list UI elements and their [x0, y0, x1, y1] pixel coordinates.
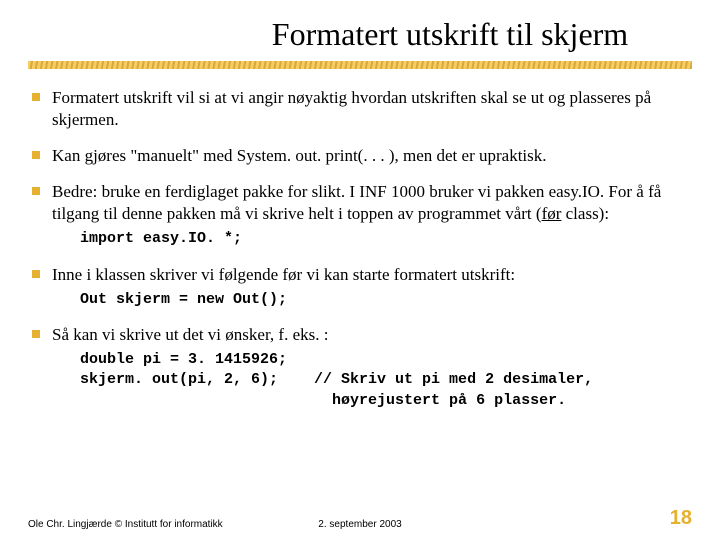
slide: Formatert utskrift til skjerm Formatert … — [0, 0, 720, 540]
list-item: Kan gjøres "manuelt" med System. out. pr… — [30, 145, 686, 167]
bullet-text: Så kan vi skrive ut det vi ønsker, f. ek… — [52, 325, 328, 344]
list-item: Så kan vi skrive ut det vi ønsker, f. ek… — [30, 324, 686, 411]
underlined-word: før — [542, 204, 562, 223]
code-block: import easy.IO. *; — [80, 229, 686, 249]
bullet-list: Formatert utskrift vil si at vi angir nø… — [28, 87, 692, 411]
code-block: double pi = 3. 1415926; skjerm. out(pi, … — [80, 350, 686, 411]
title-underline — [28, 61, 692, 69]
footer-author: Ole Chr. Lingjærde © Institutt for infor… — [28, 519, 249, 530]
bullet-text: Inne i klassen skriver vi følgende før v… — [52, 265, 515, 284]
list-item: Inne i klassen skriver vi følgende før v… — [30, 264, 686, 310]
bullet-text: Formatert utskrift vil si at vi angir nø… — [52, 88, 651, 129]
code-block: Out skjerm = new Out(); — [80, 290, 686, 310]
list-item: Formatert utskrift vil si at vi angir nø… — [30, 87, 686, 131]
page-title: Formatert utskrift til skjerm — [28, 16, 692, 53]
footer: Ole Chr. Lingjærde © Institutt for infor… — [0, 507, 720, 530]
list-item: Bedre: bruke en ferdiglaget pakke for sl… — [30, 181, 686, 249]
bullet-text: Bedre: bruke en ferdiglaget pakke for sl… — [52, 182, 661, 223]
footer-page-number: 18 — [471, 507, 692, 530]
footer-date: 2. september 2003 — [249, 519, 470, 530]
bullet-text: Kan gjøres "manuelt" med System. out. pr… — [52, 146, 547, 165]
